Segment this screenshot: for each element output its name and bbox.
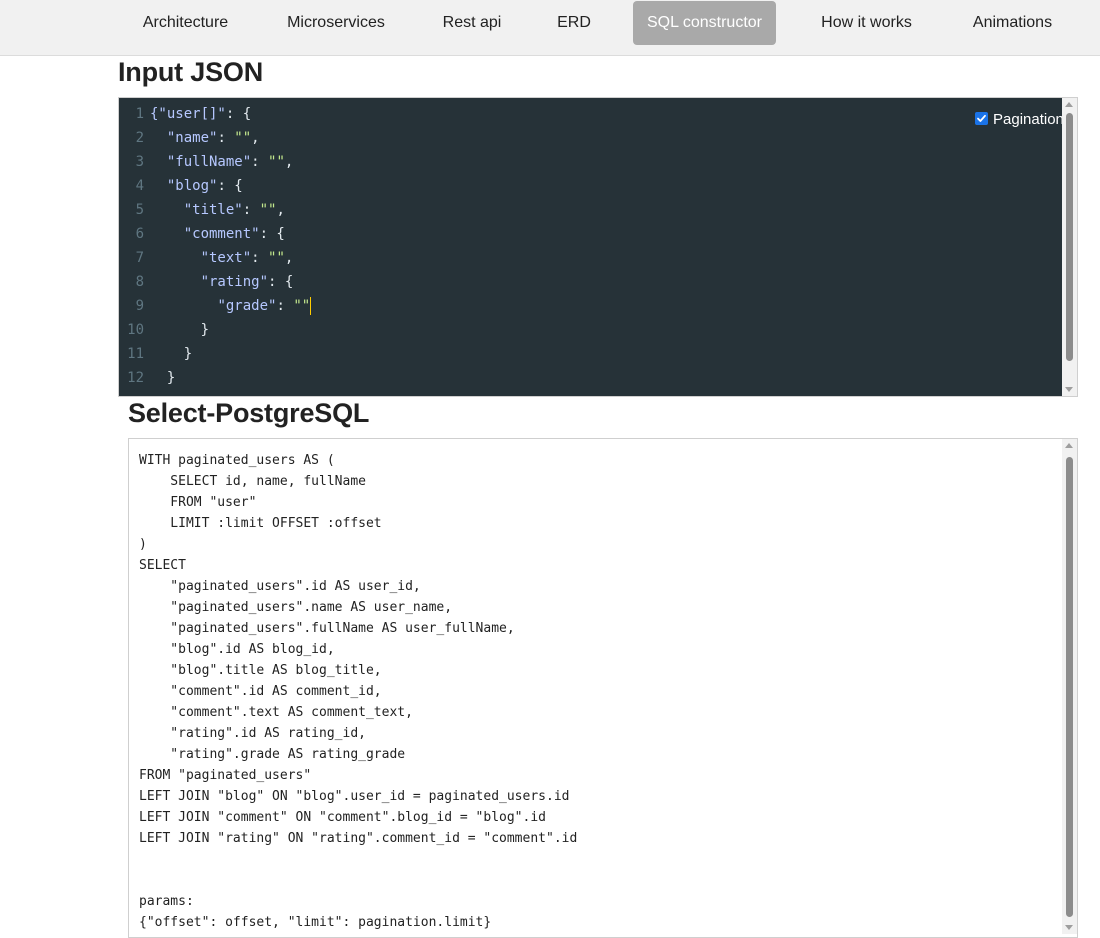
sql-scrollbar-thumb[interactable] bbox=[1066, 457, 1073, 917]
tab-sql-constructor[interactable]: SQL constructor bbox=[633, 1, 776, 45]
checkmark-icon bbox=[977, 114, 986, 122]
code-line[interactable]: 12 } bbox=[119, 366, 1064, 390]
code-line[interactable]: 4 "blog": { bbox=[119, 174, 1064, 198]
sql-output-title: Select-PostgreSQL bbox=[128, 398, 370, 428]
json-key: "text" bbox=[200, 250, 252, 266]
pagination-label: Pagination bbox=[993, 111, 1064, 128]
line-number: 5 bbox=[135, 202, 144, 218]
json-key: "fullName" bbox=[166, 154, 252, 170]
json-editor[interactable]: 1 {"user[]": {2 "name": "", 3 "fullName": … bbox=[118, 97, 1078, 397]
json-code-lines[interactable]: 1 {"user[]": {2 "name": "", 3 "fullName": … bbox=[119, 102, 1064, 390]
json-punctuation: , bbox=[276, 202, 285, 218]
line-number: 6 bbox=[135, 226, 144, 242]
line-number: 3 bbox=[135, 154, 144, 170]
json-punctuation: : { bbox=[225, 106, 252, 122]
code-line[interactable]: 6 "comment": { bbox=[119, 222, 1064, 246]
json-punctuation: : bbox=[276, 298, 294, 314]
text-cursor bbox=[310, 297, 312, 315]
tab-erd[interactable]: ERD bbox=[545, 1, 603, 45]
code-line[interactable]: 10 } bbox=[119, 318, 1064, 342]
line-number: 12 bbox=[127, 370, 144, 386]
input-json-title: Input JSON bbox=[118, 57, 263, 87]
json-punctuation: } bbox=[183, 346, 193, 362]
json-key: "name" bbox=[166, 130, 218, 146]
tab-architecture[interactable]: Architecture bbox=[128, 1, 243, 45]
editor-scrollbar[interactable] bbox=[1062, 98, 1077, 396]
json-string: "" bbox=[268, 154, 285, 170]
pagination-checkbox[interactable] bbox=[975, 112, 988, 125]
top-nav: Architecture Microservices Rest api ERD … bbox=[0, 0, 1100, 56]
code-line[interactable]: 3 "fullName": "", bbox=[119, 150, 1064, 174]
code-line[interactable]: 9 "grade": "" bbox=[119, 294, 1064, 318]
json-punctuation: , bbox=[284, 250, 294, 266]
line-number: 11 bbox=[127, 346, 144, 362]
sql-output-box[interactable]: WITH paginated_users AS ( SELECT id, nam… bbox=[128, 438, 1078, 938]
code-line[interactable]: 7 "text": "", bbox=[119, 246, 1064, 270]
code-line[interactable]: 2 "name": "", bbox=[119, 126, 1064, 150]
json-key: {"user[]" bbox=[150, 106, 226, 122]
sql-scrollbar[interactable] bbox=[1062, 439, 1077, 934]
json-key: "comment" bbox=[183, 226, 260, 242]
code-line[interactable]: 8 "rating": { bbox=[119, 270, 1064, 294]
json-punctuation: : { bbox=[268, 274, 294, 290]
json-punctuation: } bbox=[166, 370, 176, 386]
line-number: 9 bbox=[135, 298, 144, 314]
json-punctuation: , bbox=[284, 154, 294, 170]
tab-how-it-works[interactable]: How it works bbox=[806, 1, 927, 45]
line-number: 10 bbox=[127, 322, 144, 338]
line-number: 2 bbox=[135, 130, 144, 146]
json-key: "grade" bbox=[217, 298, 277, 314]
sql-output-text: WITH paginated_users AS ( SELECT id, nam… bbox=[139, 453, 578, 930]
scroll-up-arrow-icon[interactable] bbox=[1065, 443, 1073, 448]
tab-animations[interactable]: Animations bbox=[958, 1, 1067, 45]
line-number: 1 bbox=[135, 106, 144, 122]
editor-scrollbar-thumb[interactable] bbox=[1066, 113, 1073, 361]
code-line[interactable]: 5 "title": "", bbox=[119, 198, 1064, 222]
json-key: "blog" bbox=[166, 178, 218, 194]
json-string: "" bbox=[259, 202, 277, 218]
scroll-up-arrow-icon[interactable] bbox=[1065, 102, 1073, 107]
json-punctuation: : bbox=[242, 202, 260, 218]
json-punctuation: } bbox=[200, 322, 210, 338]
json-string: "" bbox=[234, 130, 252, 146]
json-punctuation: : { bbox=[217, 178, 243, 194]
scroll-down-arrow-icon[interactable] bbox=[1065, 925, 1073, 930]
json-punctuation: : bbox=[217, 130, 235, 146]
scroll-down-arrow-icon[interactable] bbox=[1065, 387, 1073, 392]
json-punctuation: , bbox=[251, 130, 260, 146]
json-key: "title" bbox=[183, 202, 243, 218]
json-key: "rating" bbox=[200, 274, 269, 290]
tab-microservices[interactable]: Microservices bbox=[275, 1, 397, 45]
code-line[interactable]: 1 {"user[]": { bbox=[119, 102, 1064, 126]
tab-rest-api[interactable]: Rest api bbox=[430, 1, 514, 45]
json-string: "" bbox=[268, 250, 285, 266]
line-number: 7 bbox=[135, 250, 144, 266]
json-punctuation: : { bbox=[259, 226, 285, 242]
json-punctuation: : bbox=[251, 154, 269, 170]
json-string: "" bbox=[293, 298, 311, 314]
pagination-toggle[interactable]: Pagination bbox=[975, 110, 1064, 130]
json-punctuation: : bbox=[251, 250, 269, 266]
code-line[interactable]: 11 } bbox=[119, 342, 1064, 366]
line-number: 4 bbox=[135, 178, 144, 194]
line-number: 8 bbox=[135, 274, 144, 290]
